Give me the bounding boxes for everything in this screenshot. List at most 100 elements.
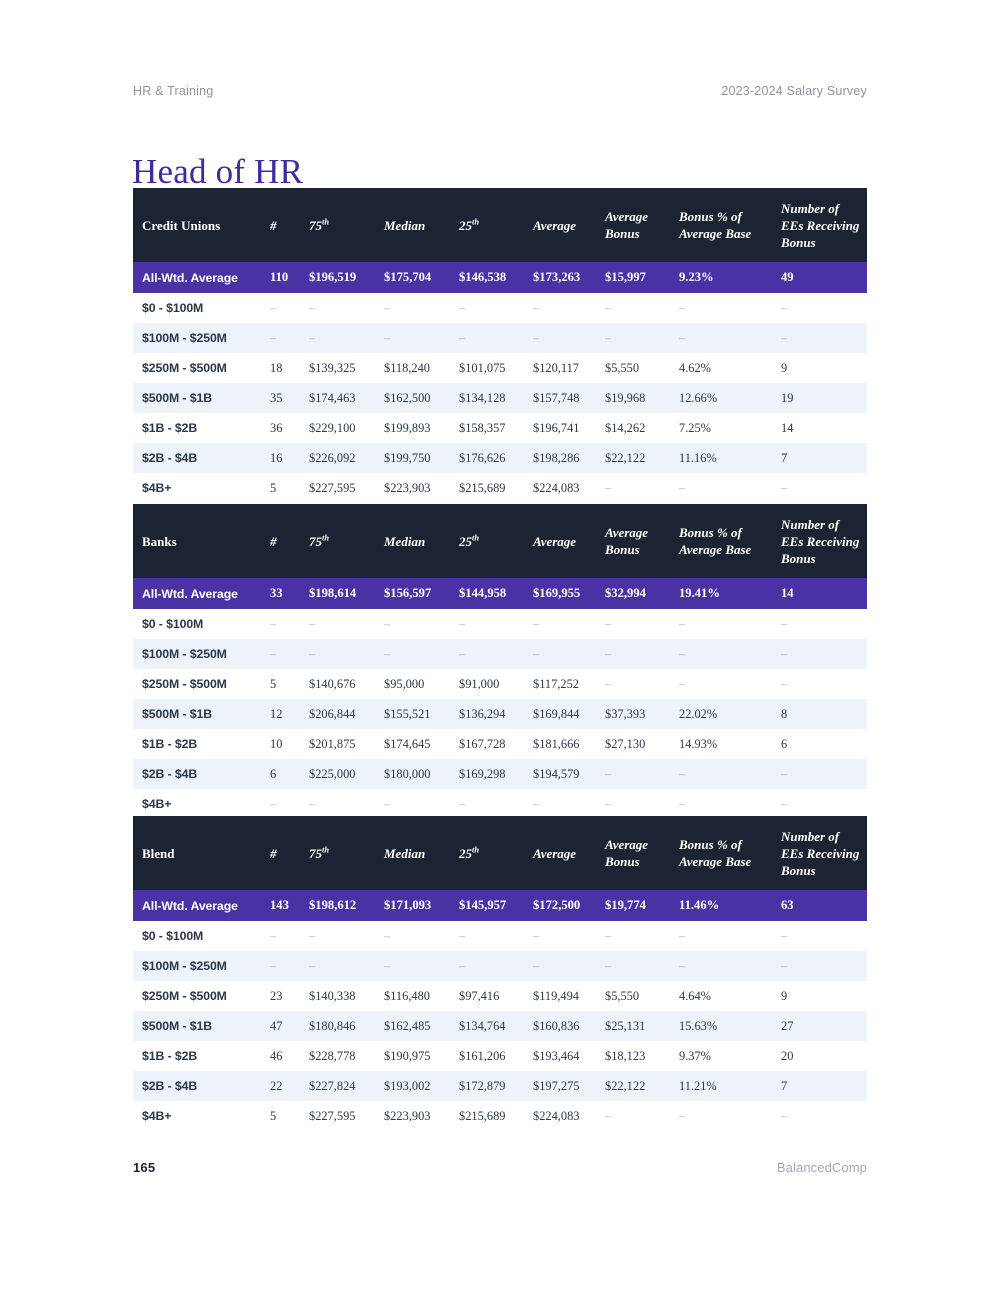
table-row: $250M - $500M 23 $140,338 $116,480 $97,416 $1… [133,981,867,1011]
cell-average: – [533,300,540,315]
cell-bonus-percent: – [679,323,781,353]
cell-ees-receiving-bonus: – [781,300,788,315]
cell-ees-receiving-bonus: – [781,928,788,943]
column-header-average-bonus: Average Bonus [605,816,679,890]
column-header-group: Blend [133,816,267,890]
cell-median: $95,000 [384,676,425,691]
column-header-p25-ordinal: th [472,217,479,227]
survey-page: HR & Training 2023-2024 Salary Survey He… [0,0,1000,1295]
column-header-ees-receiving-bonus: Number of EEs Receiving Bonus [781,188,867,262]
column-header-ees-receiving-bonus: Number of EEs Receiving Bonus [781,816,867,890]
cell-average-bonus: – [605,676,612,691]
cell-bonus-percent: 11.46% [679,890,781,921]
column-header-p25-ordinal: th [472,845,479,855]
cell-bonus-percent: – [679,300,686,315]
running-head: HR & Training 2023-2024 Salary Survey [133,84,867,98]
cell-p25: $146,538 [459,262,533,293]
cell-count: 23 [270,988,283,1003]
cell-average-bonus: – [605,300,612,315]
cell-median: $171,093 [384,890,459,921]
cell-bonus-percent: – [679,639,781,669]
cell-average-bonus: – [605,1108,612,1123]
column-header-p75: 75th [309,504,384,578]
salary-table-banks: Banks #75th Median 25th Average Average Bonus… [133,504,867,819]
cell-bonus-percent: 14.93% [679,736,718,751]
cell-p25: – [459,323,533,353]
brand-name: BalancedComp [776,1160,867,1175]
row-label: $1B - $2B [142,1049,198,1063]
cell-bonus-percent: – [679,951,781,981]
cell-count: – [267,639,309,669]
cell-ees-receiving-bonus: 20 [781,1048,794,1063]
row-label: $2B - $4B [133,443,267,473]
cell-average-bonus: $15,997 [605,262,679,293]
table-row: $4B+ – – – – – – – – [133,789,867,819]
cell-count: 36 [270,420,283,435]
column-header-ees-receiving-bonus: Number of EEs Receiving Bonus [781,504,867,578]
column-header-median: Median [384,816,459,890]
column-header-p75-ordinal: th [322,533,329,543]
cell-p75: $198,614 [309,578,384,609]
cell-bonus-percent: 4.62% [679,360,712,375]
cell-average: – [533,928,540,943]
cell-p25: – [459,928,466,943]
cell-ees-receiving-bonus: – [781,616,788,631]
cell-average: $193,464 [533,1048,580,1063]
cell-average-bonus: $32,994 [605,578,679,609]
cell-count: – [267,323,309,353]
cell-p75: $225,000 [309,759,384,789]
table-row: $250M - $500M 5 $140,676 $95,000 $91,000 $117… [133,669,867,699]
cell-p75: $140,338 [309,988,356,1003]
cell-p75: – [309,639,384,669]
table-row-all-weighted-average: All-Wtd. Average 143 $198,612 $171,093 $145,… [133,890,867,921]
table-header-row: Banks #75th Median 25th Average Average Bonus… [133,504,867,578]
column-header-p25-ordinal: th [472,533,479,543]
column-header-bonus-percent: Bonus % of Average Base [679,504,781,578]
cell-average-bonus: – [605,796,612,811]
cell-average: $181,666 [533,736,580,751]
cell-average-bonus: $22,122 [605,1071,679,1101]
cell-p25: $134,764 [459,1011,533,1041]
cell-count: 12 [267,699,309,729]
cell-ees-receiving-bonus: 6 [781,736,788,751]
cell-average: – [533,796,540,811]
cell-ees-receiving-bonus: 63 [781,890,867,921]
row-label: $2B - $4B [133,1071,267,1101]
column-header-p25: 25th [459,188,533,262]
cell-count: – [270,300,277,315]
table-row: $500M - $1B 12 $206,844 $155,521 $136,294 $16… [133,699,867,729]
cell-average: $169,955 [533,578,605,609]
running-head-survey: 2023-2024 Salary Survey [721,84,867,98]
cell-average: $120,117 [533,360,580,375]
cell-count: 22 [267,1071,309,1101]
cell-average-bonus: $27,130 [605,736,646,751]
cell-average-bonus: – [605,323,679,353]
cell-median: $174,645 [384,736,431,751]
table-row-all-weighted-average: All-Wtd. Average 110 $196,519 $175,704 $146,… [133,262,867,293]
table-row: $2B - $4B 6 $225,000 $180,000 $169,298 $194,5… [133,759,867,789]
cell-ees-receiving-bonus: 8 [781,699,867,729]
cell-average: $196,741 [533,420,580,435]
cell-bonus-percent: 9.37% [679,1048,712,1063]
cell-count: – [270,928,277,943]
cell-ees-receiving-bonus: 14 [781,578,867,609]
cell-median: $193,002 [384,1071,459,1101]
row-label: $0 - $100M [142,929,204,943]
cell-ees-receiving-bonus: – [781,639,867,669]
row-label: $2B - $4B [133,759,267,789]
table-row-all-weighted-average: All-Wtd. Average 33 $198,614 $156,597 $144,9… [133,578,867,609]
cell-count: – [267,951,309,981]
cell-average: $157,748 [533,383,605,413]
running-head-section: HR & Training [133,84,214,98]
cell-average-bonus: $18,123 [605,1048,646,1063]
cell-median: – [384,951,459,981]
row-label: $500M - $1B [133,1011,267,1041]
row-label: $500M - $1B [133,699,267,729]
cell-median: $162,500 [384,383,459,413]
cell-count: 5 [270,480,277,495]
cell-average: $119,494 [533,988,580,1003]
row-label: $250M - $500M [142,989,227,1003]
cell-p75: $198,612 [309,890,384,921]
column-header-count: # [267,816,309,890]
cell-p25: $91,000 [459,676,500,691]
